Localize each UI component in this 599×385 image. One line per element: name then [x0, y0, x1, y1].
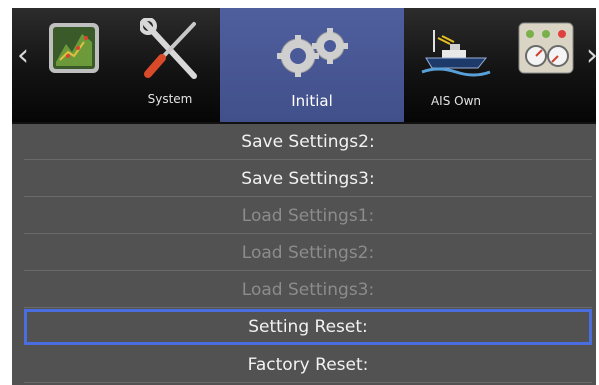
scroll-left-arrow-icon[interactable]: ‹ — [15, 38, 31, 74]
menu-item-save-settings3[interactable]: Save Settings3: — [24, 161, 592, 197]
menu-item-factory-reset[interactable]: Factory Reset: — [24, 347, 592, 383]
tab-initial[interactable]: Initial — [220, 8, 404, 122]
menu-tab-bar: ‹ System Initial AIS Own › — [12, 8, 598, 124]
gauges-icon — [518, 22, 574, 78]
menu-item-load-settings2: Load Settings2: — [24, 235, 592, 271]
settings-window: ‹ System Initial AIS Own › Save Settings… — [12, 8, 598, 385]
tab-system[interactable]: System — [120, 8, 220, 122]
tab-initial-label: Initial — [291, 92, 333, 110]
menu-item-load-settings3: Load Settings3: — [24, 272, 592, 308]
gears-icon — [270, 24, 356, 84]
menu-item-setting-reset[interactable]: Setting Reset: — [24, 309, 592, 345]
menu-item-load-settings1: Load Settings1: — [24, 198, 592, 234]
tab-radar[interactable] — [34, 8, 114, 122]
tab-gauges[interactable] — [510, 8, 582, 122]
wrench-screwdriver-icon — [139, 17, 200, 86]
radar-chart-icon — [48, 22, 100, 78]
tab-ais-own[interactable]: AIS Own — [408, 8, 504, 122]
ship-icon — [420, 26, 492, 82]
settings-menu-list: Save Settings2: Save Settings3: Load Set… — [12, 124, 596, 385]
menu-item-save-settings2[interactable]: Save Settings2: — [24, 124, 592, 160]
tab-ais-own-label: AIS Own — [430, 94, 482, 108]
scroll-right-arrow-icon[interactable]: › — [586, 38, 598, 74]
tab-system-label: System — [147, 92, 193, 106]
